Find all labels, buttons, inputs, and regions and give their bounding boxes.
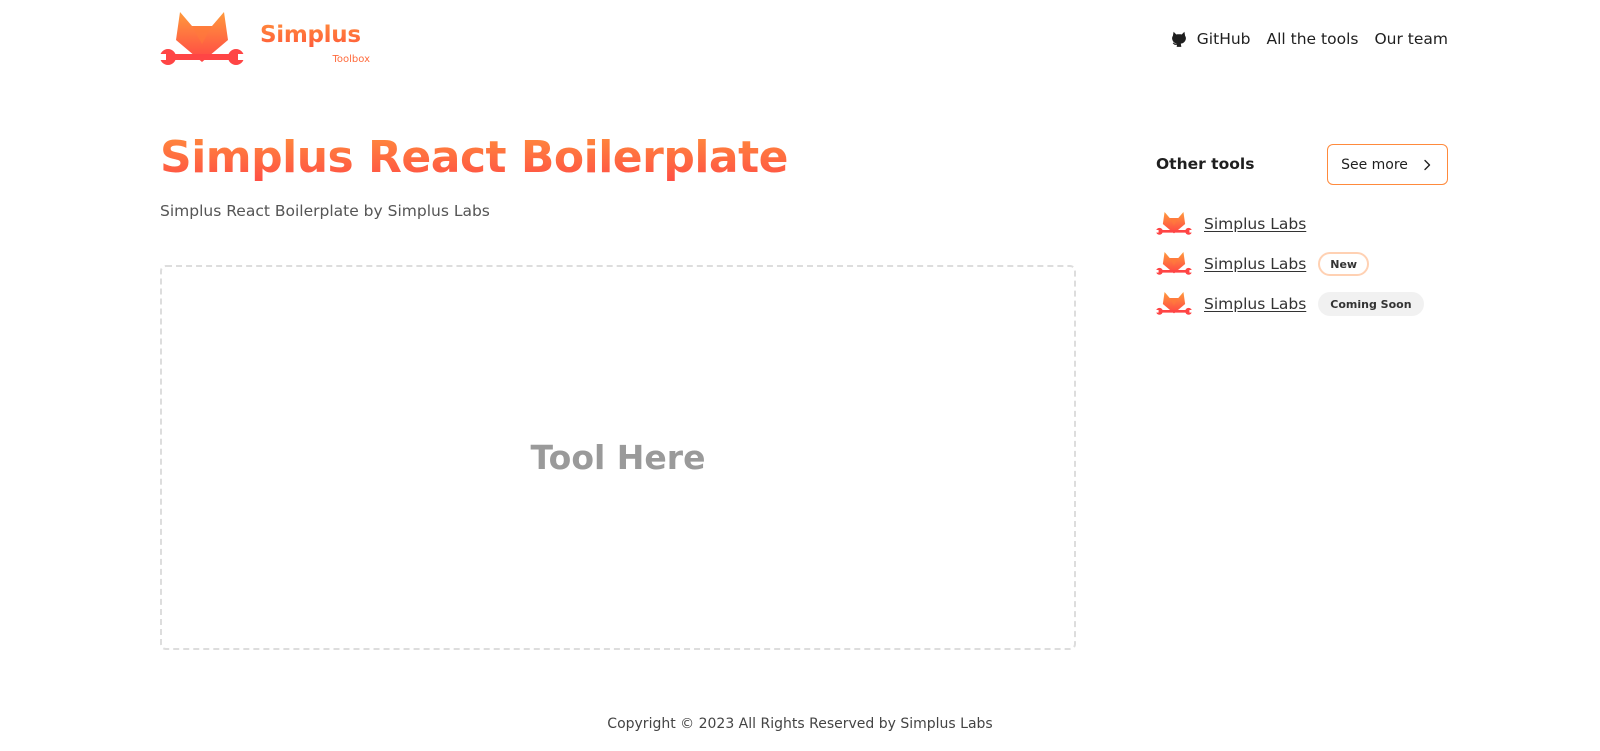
list-item: Simplus Labs Coming Soon <box>1156 284 1448 324</box>
fox-wrench-icon <box>1156 211 1192 237</box>
nav-link-all-tools[interactable]: All the tools <box>1267 30 1359 48</box>
tool-link[interactable]: Simplus Labs <box>1204 295 1306 313</box>
sidebar-header: Other tools See more <box>1156 144 1448 185</box>
fox-wrench-icon <box>1156 251 1192 277</box>
copyright-text: Copyright © 2023 All Rights Reserved by … <box>607 716 993 732</box>
tool-container: Tool Here <box>160 265 1076 650</box>
tool-placeholder-text: Tool Here <box>530 438 706 477</box>
top-nav: GitHub All the tools Our team <box>1170 26 1448 52</box>
footer: Copyright © 2023 All Rights Reserved by … <box>0 716 1600 732</box>
see-more-label: See more <box>1341 156 1408 173</box>
fox-wrench-icon <box>1156 291 1192 317</box>
coming-soon-badge: Coming Soon <box>1318 292 1424 316</box>
page-subtitle: Simplus React Boilerplate by Simplus Lab… <box>160 202 490 220</box>
see-more-button[interactable]: See more <box>1327 144 1448 185</box>
list-item: Simplus Labs <box>1156 204 1448 244</box>
nav-label-github: GitHub <box>1196 30 1251 48</box>
new-badge: New <box>1318 252 1370 276</box>
nav-link-github[interactable]: GitHub <box>1170 30 1251 48</box>
header: Simplus Toolbox GitHub All the tools Our… <box>0 0 1600 80</box>
list-item: Simplus Labs New <box>1156 244 1448 284</box>
page-title: Simplus React Boilerplate <box>160 132 789 183</box>
tool-link[interactable]: Simplus Labs <box>1204 215 1306 233</box>
brand-logo-link[interactable]: Simplus Toolbox <box>160 10 370 70</box>
github-icon <box>1171 31 1186 47</box>
chevron-right-icon <box>1424 159 1431 170</box>
brand-wordmark: Simplus Toolbox <box>260 22 371 65</box>
nav-link-our-team[interactable]: Our team <box>1374 30 1448 48</box>
tool-link[interactable]: Simplus Labs <box>1204 255 1306 273</box>
brand-tagline: Toolbox <box>332 54 371 65</box>
fox-wrench-icon <box>160 10 244 70</box>
other-tools-sidebar: Other tools See more Simplus Labs Simplu… <box>1156 144 1448 316</box>
sidebar-title: Other tools <box>1156 155 1255 173</box>
other-tools-list: Simplus Labs Simplus Labs New Simplus La… <box>1156 204 1448 324</box>
page: Simplus Toolbox GitHub All the tools Our… <box>0 0 1600 751</box>
brand-name: Simplus <box>260 22 361 48</box>
